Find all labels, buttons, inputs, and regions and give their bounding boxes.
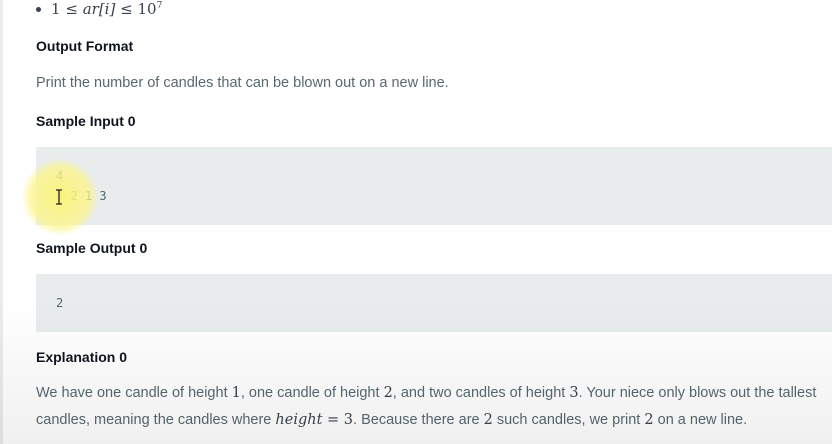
output-format-heading: Output Format <box>36 38 134 54</box>
constraint-item: 1 ≤ ar[i] ≤ 107 <box>36 0 162 20</box>
output-format-text: Print the number of candles that can be … <box>36 75 449 91</box>
sample-output-codebox[interactable]: 2 <box>36 274 832 332</box>
sample-input-codebox[interactable]: 4 3 2 1 3 <box>36 147 832 225</box>
constraint-math: 1 ≤ ar[i] ≤ 107 <box>51 0 163 18</box>
sample-input-heading: Sample Input 0 <box>36 113 136 129</box>
text-cursor-icon <box>56 189 62 205</box>
problem-statement-panel: 1 ≤ ar[i] ≤ 107 Output Format Print the … <box>0 0 832 444</box>
bullet-icon <box>36 6 41 12</box>
sample-output-heading: Sample Output 0 <box>36 240 148 256</box>
sample-output-line-1: 2 <box>56 296 64 310</box>
explanation-heading: Explanation 0 <box>36 349 128 365</box>
panel-left-border <box>0 0 3 444</box>
explanation-text: We have one candle of height 1, one cand… <box>36 385 817 428</box>
